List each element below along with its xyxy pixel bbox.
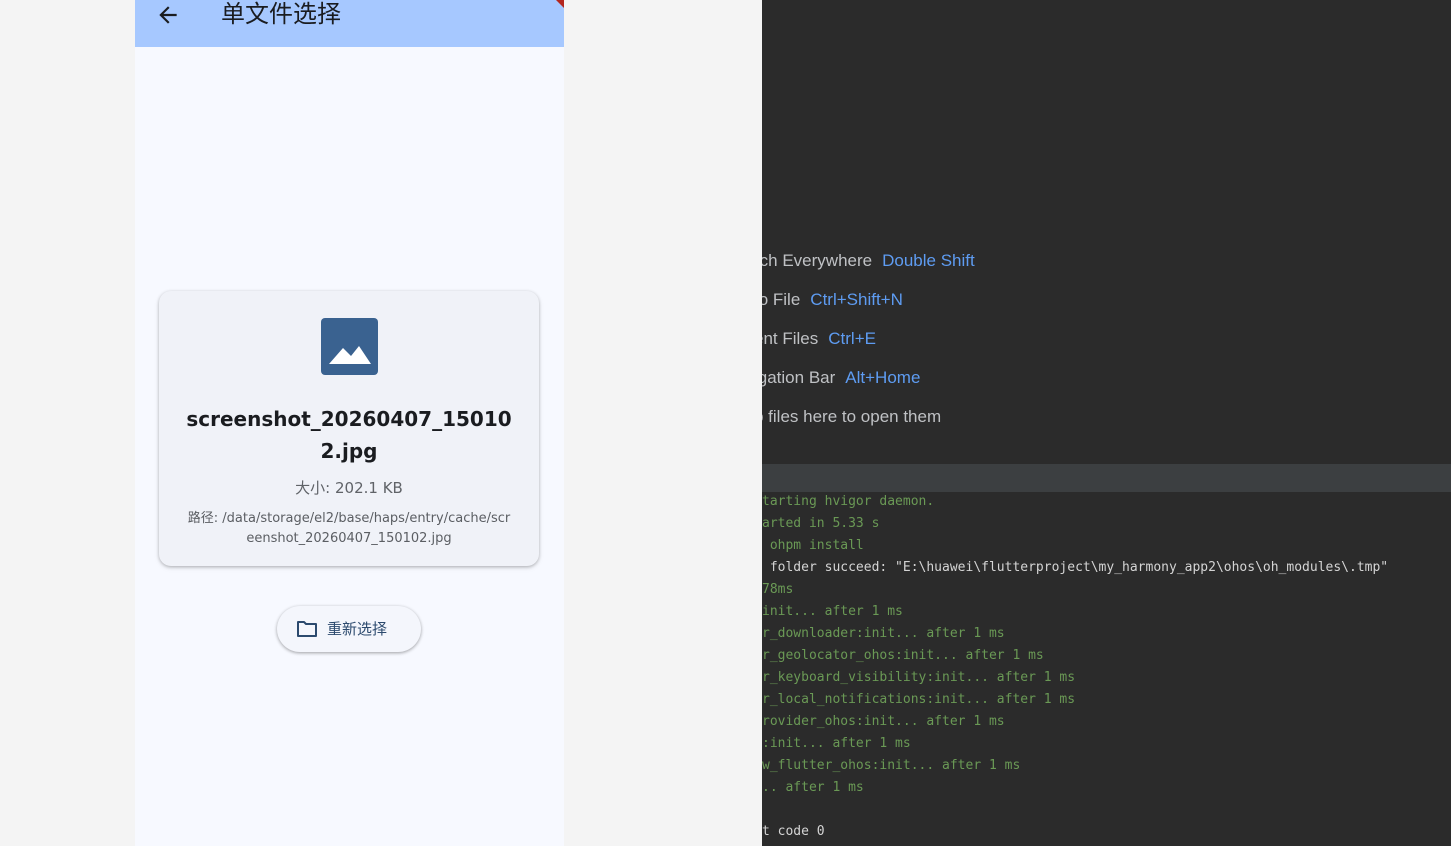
console-line: init... after 1 ms — [762, 604, 903, 619]
run-console: tarting hvigor daemon. arted in 5.33 s o… — [762, 492, 1451, 846]
file-info-card: screenshot_20260407_150102.jpg 大小: 202.1… — [159, 291, 539, 566]
console-line: r_downloader:init... after 1 ms — [762, 626, 1005, 641]
hint-shortcut: Ctrl+E — [828, 329, 876, 348]
hint-recent-files: ent Files Ctrl+E — [762, 328, 876, 350]
console-line: rovider_ohos:init... after 1 ms — [762, 714, 1005, 729]
console-line: :init... after 1 ms — [762, 736, 911, 751]
run-console-header — [762, 464, 1451, 492]
phone-screen: 单文件选择 screenshot_20260407_150102.jpg 大小:… — [135, 0, 564, 846]
image-file-icon — [321, 318, 378, 375]
console-line: r_geolocator_ohos:init... after 1 ms — [762, 648, 1044, 663]
drop-hint-text: p files here to open them — [762, 407, 942, 426]
hint-label: igation Bar — [762, 368, 836, 387]
hint-search-everywhere: rch Everywhere Double Shift — [762, 250, 975, 272]
hint-shortcut: Ctrl+Shift+N — [810, 290, 903, 309]
file-path: 路径: /data/storage/el2/base/haps/entry/ca… — [187, 511, 511, 546]
console-line: r_keyboard_visibility:init... after 1 ms — [762, 670, 1076, 685]
console-line: t code 0 — [762, 824, 825, 839]
emulator-background: 单文件选择 screenshot_20260407_150102.jpg 大小:… — [0, 0, 762, 846]
hint-shortcut: Alt+Home — [845, 368, 921, 387]
console-line: ohpm install — [762, 538, 864, 553]
console-line: r_local_notifications:init... after 1 ms — [762, 692, 1076, 707]
hint-shortcut: Double Shift — [882, 251, 975, 270]
hint-label: to File — [762, 290, 801, 309]
reselect-label: 重新选择 — [327, 620, 388, 638]
hint-navigation-bar: igation Bar Alt+Home — [762, 367, 920, 389]
reselect-button[interactable]: 重新选择 — [277, 606, 421, 652]
ide-panel: rch Everywhere Double Shift to File Ctrl+S… — [762, 0, 1451, 846]
arrow-back-icon[interactable] — [155, 2, 181, 28]
file-size: 大小: 202.1 KB — [295, 479, 403, 497]
hint-go-to-file: to File Ctrl+Shift+N — [762, 289, 903, 311]
hint-label: rch Everywhere — [762, 251, 873, 270]
console-line: folder succeed: "E:\huawei\flutterprojec… — [762, 560, 1389, 575]
debug-banner-corner — [556, 0, 564, 8]
hint-label: ent Files — [762, 329, 819, 348]
folder-icon — [297, 621, 317, 637]
console-line: w_flutter_ohos:init... after 1 ms — [762, 758, 1021, 773]
hint-drop-files: p files here to open them — [762, 406, 941, 428]
file-name: screenshot_20260407_150102.jpg — [186, 407, 512, 463]
page-title: 单文件选择 — [221, 0, 341, 28]
console-line: .. after 1 ms — [762, 780, 864, 795]
console-line: arted in 5.33 s — [762, 516, 880, 531]
app-bar: 单文件选择 — [135, 0, 564, 47]
console-line: 78ms — [762, 582, 794, 597]
console-line: tarting hvigor daemon. — [762, 494, 935, 509]
